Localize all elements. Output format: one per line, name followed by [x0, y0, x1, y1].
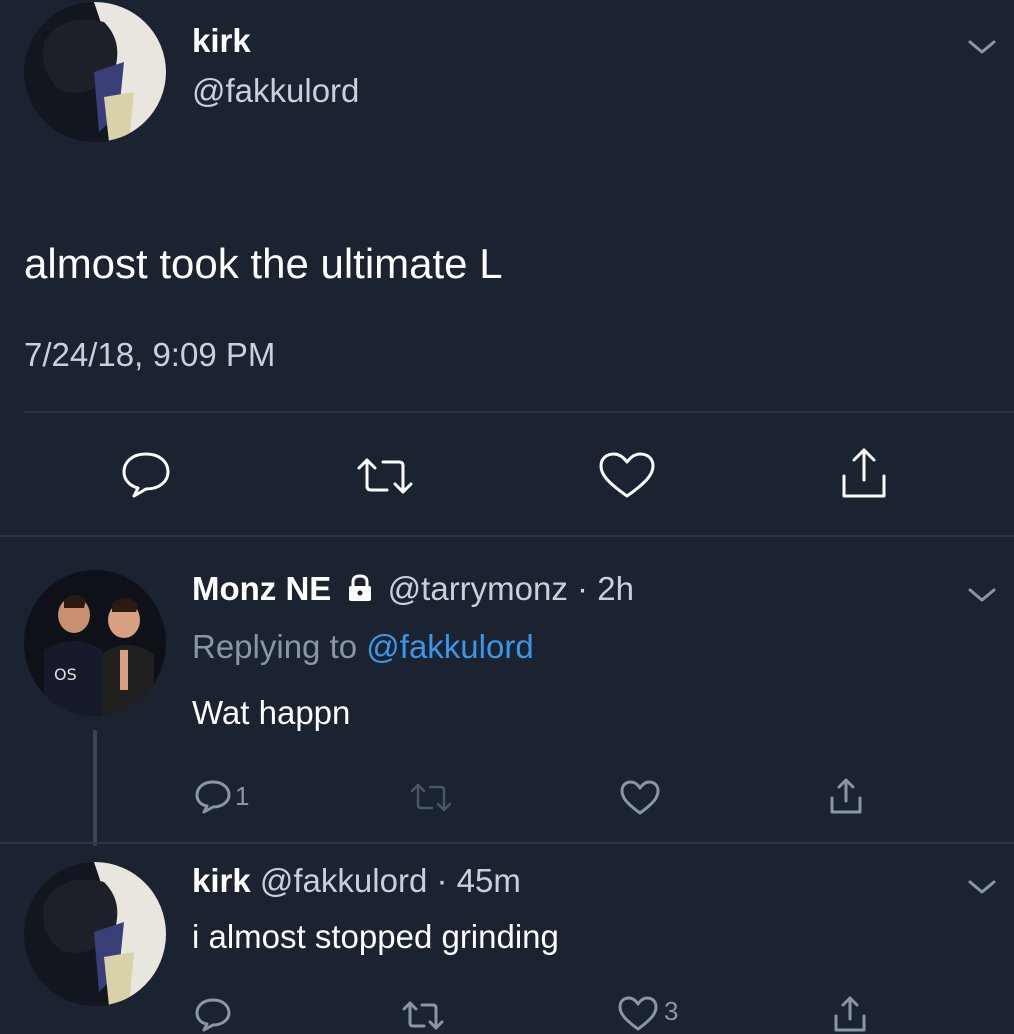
replying-to-label: Replying to — [192, 628, 358, 665]
thread-line — [93, 730, 97, 846]
lock-icon — [348, 574, 371, 601]
reply-text: i almost stopped grinding — [192, 918, 559, 955]
share-icon[interactable] — [826, 776, 866, 816]
reply-author-handle[interactable]: @tarrymonz — [388, 570, 568, 607]
reply-button[interactable]: 1 — [193, 776, 249, 816]
reply-header: Monz NE @tarrymonz · 2h — [192, 570, 634, 608]
replying-to-link[interactable]: @fakkulord — [366, 628, 533, 665]
tweet-text: almost took the ultimate L — [24, 240, 503, 287]
reply-header: kirk @fakkulord · 45m — [192, 862, 521, 900]
reply-time: 2h — [597, 570, 634, 607]
avatar-kirk-image — [24, 2, 166, 142]
comment-icon[interactable] — [193, 994, 233, 1034]
heart-icon[interactable] — [618, 778, 662, 818]
divider — [0, 842, 1014, 844]
avatar-kirk[interactable] — [24, 862, 166, 1006]
divider — [0, 535, 1014, 537]
retweet-icon[interactable] — [400, 998, 446, 1034]
chevron-down-icon[interactable] — [964, 36, 1000, 58]
heart-icon[interactable] — [616, 994, 660, 1034]
share-icon[interactable] — [830, 994, 870, 1034]
reply-separator: · — [577, 570, 589, 607]
author-handle[interactable]: @fakkulord — [192, 72, 359, 110]
avatar-monz[interactable]: OS — [24, 570, 166, 716]
reply-count: 1 — [235, 780, 250, 811]
reply-author-handle[interactable]: @fakkulord — [260, 862, 427, 899]
tweet-timestamp: 7/24/18, 9:09 PM — [24, 336, 276, 373]
divider — [24, 411, 1014, 413]
avatar-kirk-image — [24, 862, 166, 1006]
chevron-down-icon[interactable] — [964, 876, 1000, 898]
comment-icon[interactable] — [118, 446, 174, 502]
reply-text: Wat happn — [192, 694, 351, 731]
replying-to: Replying to @fakkulord — [192, 628, 534, 666]
comment-icon[interactable] — [193, 776, 233, 816]
reply-time: 45m — [456, 862, 521, 899]
svg-text:OS: OS — [54, 665, 77, 684]
like-count: 3 — [664, 996, 679, 1026]
reply-separator: · — [436, 862, 448, 899]
avatar-monz-image: OS — [24, 570, 166, 716]
like-button[interactable]: 3 — [616, 994, 678, 1034]
retweet-icon[interactable] — [353, 452, 417, 500]
reply-author-name[interactable]: kirk — [192, 862, 251, 899]
heart-icon[interactable] — [597, 450, 657, 502]
share-icon[interactable] — [836, 446, 892, 502]
avatar-kirk[interactable] — [24, 2, 166, 142]
reply-author-name[interactable]: Monz NE — [192, 570, 331, 607]
retweet-icon — [410, 783, 452, 812]
chevron-down-icon[interactable] — [964, 584, 1000, 606]
author-name[interactable]: kirk — [192, 22, 251, 60]
